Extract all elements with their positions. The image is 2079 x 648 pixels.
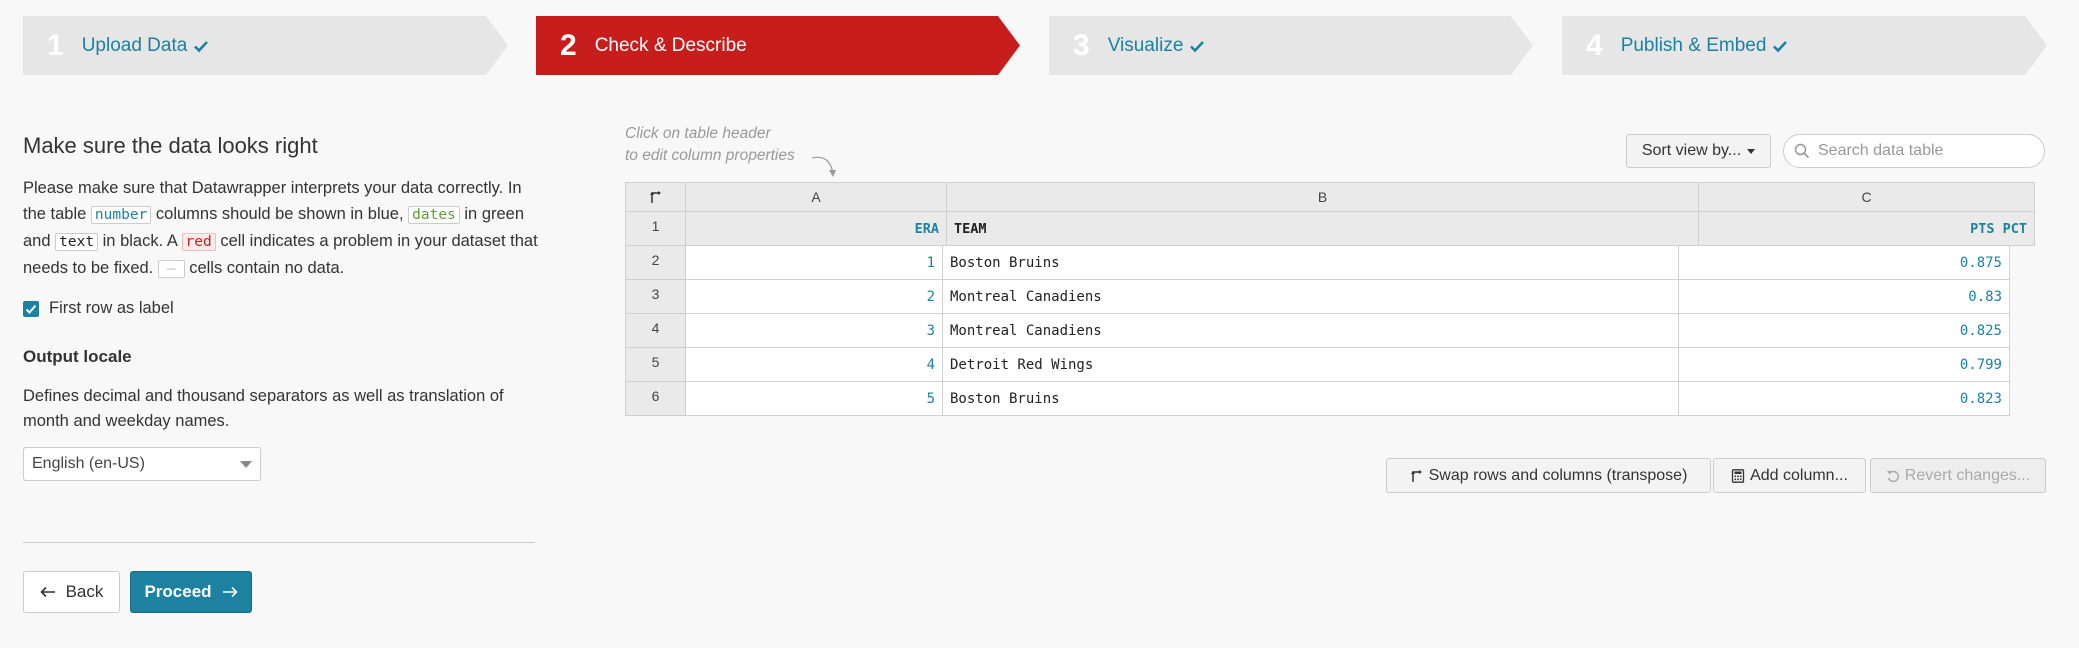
search-icon [1794, 143, 1810, 159]
table-cell[interactable]: Boston Bruins [942, 245, 1679, 280]
step-number: 3 [1073, 28, 1090, 62]
proceed-button-label: Proceed [144, 582, 212, 601]
column-properties-hint: Click on table header to edit column pro… [625, 123, 795, 167]
transpose-button-label: Swap rows and columns (transpose) [1428, 466, 1688, 484]
table-cell[interactable]: 2 [685, 279, 943, 314]
revert-changes-button[interactable]: Revert changes... [1870, 458, 2046, 493]
header-cell-team[interactable]: TEAM [946, 211, 1699, 246]
table-cell[interactable]: 0.83 [1678, 279, 2010, 314]
calculator-icon [1731, 468, 1745, 483]
transpose-corner-icon[interactable] [625, 182, 686, 212]
check-icon [1773, 39, 1787, 53]
locale-select-value: English (en-US) [32, 455, 145, 472]
table-cell[interactable]: 1 [685, 245, 943, 280]
add-column-button-label: Add column... [1750, 466, 1848, 484]
table-cell[interactable]: 3 [685, 313, 943, 348]
row-number: 3 [625, 279, 686, 314]
checkmark-icon [25, 304, 37, 314]
add-column-button[interactable]: Add column... [1713, 458, 1866, 493]
revert-changes-button-label: Revert changes... [1904, 466, 2031, 484]
back-button[interactable]: Back [23, 571, 120, 613]
table-cell[interactable]: 0.823 [1678, 381, 2010, 416]
dates-keyword: dates [408, 206, 460, 224]
step-label: Visualize [1107, 34, 1184, 56]
header-cell-era[interactable]: ERA [685, 211, 947, 246]
output-locale-title: Output locale [23, 347, 132, 366]
step-number: 4 [1586, 28, 1603, 62]
row-number: 6 [625, 381, 686, 416]
page-title: Make sure the data looks right [23, 133, 318, 158]
table-cell[interactable]: Detroit Red Wings [942, 347, 1679, 382]
row-number: 5 [625, 347, 686, 382]
table-cell[interactable]: 5 [685, 381, 943, 416]
first-row-label-option[interactable]: First row as label [23, 299, 174, 318]
divider [23, 542, 535, 543]
intro-part: in black. A [102, 232, 177, 250]
caret-down-icon [1747, 148, 1756, 154]
step-number: 1 [47, 28, 64, 62]
check-icon [1190, 39, 1204, 53]
step-label: Upload Data [81, 34, 188, 56]
table-cell[interactable]: 4 [685, 347, 943, 382]
column-header-c[interactable]: C [1698, 182, 2035, 212]
curved-arrow-icon [811, 156, 836, 177]
table-cell[interactable]: Montreal Canadiens [942, 279, 1679, 314]
first-row-label-text: First row as label [49, 299, 174, 317]
hint-line: Click on table header [625, 125, 771, 142]
intro-part: cells contain no data. [189, 259, 345, 277]
check-icon [194, 39, 208, 53]
row-number: 1 [625, 211, 686, 246]
table-cell[interactable]: 0.799 [1678, 347, 2010, 382]
step-publish-embed[interactable]: 4 Publish & Embed [1562, 16, 2047, 75]
search-box[interactable] [1783, 134, 2045, 168]
row-number: 2 [625, 245, 686, 280]
swap-icon [649, 191, 661, 203]
arrow-left-icon [39, 586, 55, 598]
output-locale-description: Defines decimal and thousand separators … [23, 387, 504, 430]
back-button-label: Back [65, 582, 104, 601]
chevron-down-icon [240, 460, 252, 468]
sort-view-dropdown[interactable]: Sort view by... [1626, 134, 1771, 168]
step-label: Check & Describe [594, 34, 747, 56]
table-cell[interactable]: 0.825 [1678, 313, 2010, 348]
empty-keyword: – [157, 260, 185, 278]
step-upload-data[interactable]: 1 Upload Data [23, 16, 508, 75]
step-check-describe[interactable]: 2 Check & Describe [536, 16, 1020, 75]
step-visualize[interactable]: 3 Visualize [1049, 16, 1533, 75]
swap-icon [1410, 469, 1422, 482]
intro-text: Please make sure that Datawrapper interp… [23, 175, 543, 282]
column-header-b[interactable]: B [946, 182, 1699, 212]
column-header-a[interactable]: A [685, 182, 947, 212]
locale-select[interactable]: English (en-US) [23, 447, 261, 481]
first-row-label-checkbox[interactable] [23, 300, 39, 317]
intro-part: columns should be shown in blue, [155, 205, 404, 223]
sort-view-label: Sort view by... [1641, 142, 1742, 159]
arrow-right-icon [222, 586, 238, 598]
undo-icon [1886, 470, 1899, 482]
table-cell[interactable]: Montreal Canadiens [942, 313, 1679, 348]
proceed-button[interactable]: Proceed [130, 571, 252, 613]
step-label: Publish & Embed [1620, 34, 1767, 56]
red-keyword: red [181, 233, 216, 251]
table-cell[interactable]: 0.875 [1678, 245, 2010, 280]
header-cell-pts-pct[interactable]: PTS PCT [1698, 211, 2035, 246]
number-keyword: number [90, 206, 152, 224]
search-input[interactable] [1816, 141, 2040, 161]
row-number: 4 [625, 313, 686, 348]
step-number: 2 [560, 28, 577, 62]
hint-line: to edit column properties [625, 147, 795, 164]
table-cell[interactable]: Boston Bruins [942, 381, 1679, 416]
transpose-button[interactable]: Swap rows and columns (transpose) [1386, 458, 1711, 493]
text-keyword: text [55, 233, 99, 251]
